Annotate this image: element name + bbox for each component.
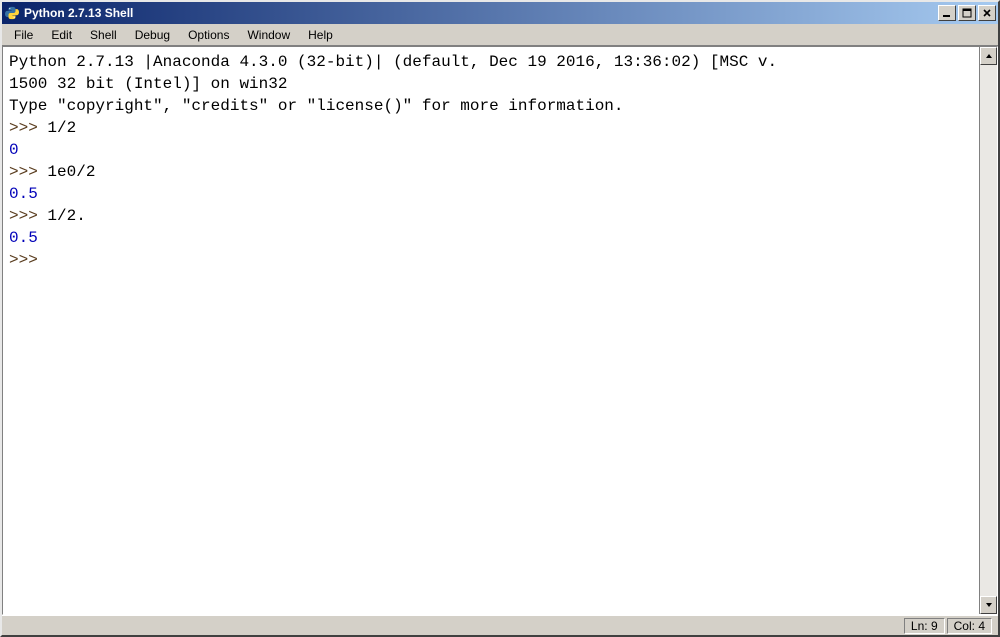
scroll-down-button[interactable] (980, 596, 997, 614)
prompt: >>> (9, 207, 47, 225)
window-title: Python 2.7.13 Shell (24, 6, 938, 20)
maximize-button[interactable] (958, 5, 976, 21)
prompt: >>> (9, 119, 47, 137)
output-text: 0.5 (9, 185, 38, 203)
input-text: 1/2. (47, 207, 85, 225)
input-text: 1e0/2 (47, 163, 95, 181)
menu-window[interactable]: Window (239, 26, 298, 44)
menubar: File Edit Shell Debug Options Window Hel… (2, 24, 998, 46)
banner-text: Type "copyright", "credits" or "license(… (9, 97, 624, 115)
banner-text: Python 2.7.13 |Anaconda 4.3.0 (32-bit)| … (9, 53, 777, 71)
statusbar: Ln: 9 Col: 4 (2, 615, 998, 635)
shell-editor[interactable]: Python 2.7.13 |Anaconda 4.3.0 (32-bit)| … (3, 47, 979, 614)
prompt: >>> (9, 251, 47, 269)
menu-edit[interactable]: Edit (43, 26, 80, 44)
menu-shell[interactable]: Shell (82, 26, 125, 44)
input-text: 1/2 (47, 119, 76, 137)
menu-debug[interactable]: Debug (127, 26, 178, 44)
output-text: 0.5 (9, 229, 38, 247)
ln-value: 9 (931, 619, 938, 633)
col-value: 4 (978, 619, 985, 633)
banner-text: 1500 32 bit (Intel)] on win32 (9, 75, 287, 93)
scroll-up-button[interactable] (980, 47, 997, 65)
status-line: Ln: 9 (904, 618, 945, 634)
close-button[interactable] (978, 5, 996, 21)
output-text: 0 (9, 141, 19, 159)
scroll-track[interactable] (980, 65, 997, 596)
prompt: >>> (9, 163, 47, 181)
work-area: Python 2.7.13 |Anaconda 4.3.0 (32-bit)| … (2, 46, 998, 615)
menu-file[interactable]: File (6, 26, 41, 44)
python-icon (4, 5, 20, 21)
window-controls (938, 5, 996, 21)
minimize-button[interactable] (938, 5, 956, 21)
menu-help[interactable]: Help (300, 26, 341, 44)
titlebar[interactable]: Python 2.7.13 Shell (2, 2, 998, 24)
status-col: Col: 4 (947, 618, 992, 634)
vertical-scrollbar[interactable] (979, 47, 997, 614)
ln-label: Ln: (911, 619, 928, 633)
app-window: Python 2.7.13 Shell File Edit Shell Debu… (0, 0, 1000, 637)
menu-options[interactable]: Options (180, 26, 237, 44)
col-label: Col: (954, 619, 975, 633)
